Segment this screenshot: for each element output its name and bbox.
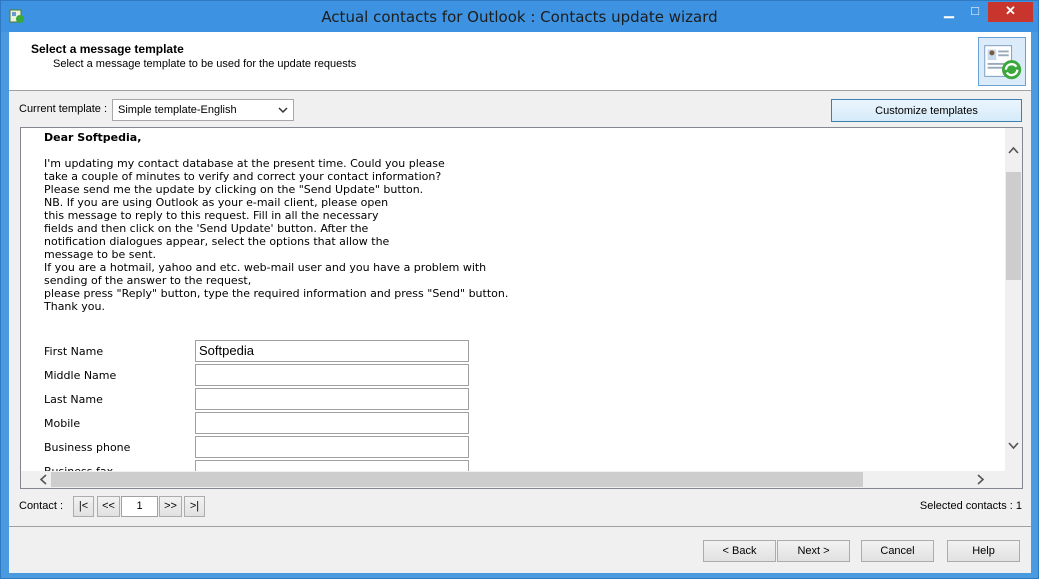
field-label: Business phone xyxy=(44,441,131,454)
template-label: Current template : xyxy=(19,103,108,115)
contact-update-icon xyxy=(978,37,1026,86)
field-label: Mobile xyxy=(44,417,81,430)
letter-text: Dear Softpedia, I'm updating my contact d… xyxy=(44,131,508,313)
letter-body: I'm updating my contact database at the … xyxy=(44,157,509,313)
first-contact-button[interactable]: |< xyxy=(73,496,94,517)
last-name-field[interactable] xyxy=(195,388,469,410)
form-row: Mobile xyxy=(44,412,504,434)
title-bar[interactable]: Actual contacts for Outlook : Contacts u… xyxy=(1,1,1038,32)
template-select[interactable]: Simple template-English xyxy=(112,99,294,121)
contact-index-input[interactable]: 1 xyxy=(121,496,158,517)
footer-divider xyxy=(9,526,1031,527)
contact-nav-label: Contact : xyxy=(19,500,64,512)
window-title: Actual contacts for Outlook : Contacts u… xyxy=(321,8,718,26)
form-row: Business phone xyxy=(44,436,504,458)
chevron-down-icon xyxy=(278,107,288,114)
vertical-scrollbar[interactable] xyxy=(1005,128,1022,471)
field-label: First Name xyxy=(44,345,104,358)
selected-contacts-count: Selected contacts : 1 xyxy=(919,500,1022,512)
message-preview[interactable]: Dear Softpedia, I'm updating my contact d… xyxy=(20,127,1023,489)
field-label: Middle Name xyxy=(44,369,117,382)
wizard-header: Select a message template Select a messa… xyxy=(9,32,1031,91)
scroll-down-icon[interactable] xyxy=(1008,442,1019,450)
cancel-button[interactable]: Cancel xyxy=(861,540,934,562)
field-label: Last Name xyxy=(44,393,103,406)
scroll-right-icon[interactable] xyxy=(977,474,985,485)
last-contact-button[interactable]: >| xyxy=(184,496,205,517)
back-button[interactable]: < Back xyxy=(703,540,776,562)
wizard-client-area: Select a message template Select a messa… xyxy=(9,32,1031,573)
close-button[interactable]: ✕ xyxy=(988,2,1033,22)
first-name-field[interactable]: Softpedia xyxy=(195,340,469,362)
mobile-field[interactable] xyxy=(195,412,469,434)
minimize-button[interactable]: ▁ xyxy=(936,2,962,22)
form-row: Last Name xyxy=(44,388,504,410)
letter-greeting: Dear Softpedia, xyxy=(44,131,142,144)
next-button[interactable]: Next > xyxy=(777,540,850,562)
maximize-button[interactable]: □ xyxy=(962,2,988,22)
prev-contact-button[interactable]: << xyxy=(97,496,120,517)
horizontal-scroll-thumb[interactable] xyxy=(51,472,863,487)
template-selected-value: Simple template-English xyxy=(118,104,237,116)
scroll-up-icon[interactable] xyxy=(1008,146,1019,154)
step-subtitle: Select a message template to be used for… xyxy=(53,58,357,70)
scroll-left-icon[interactable] xyxy=(39,474,47,485)
form-row: Middle Name xyxy=(44,364,504,386)
wizard-window: Actual contacts for Outlook : Contacts u… xyxy=(0,0,1039,579)
vertical-scroll-thumb[interactable] xyxy=(1006,172,1021,280)
business-phone-field[interactable] xyxy=(195,436,469,458)
middle-name-field[interactable] xyxy=(195,364,469,386)
next-contact-button[interactable]: >> xyxy=(159,496,182,517)
step-title: Select a message template xyxy=(31,42,184,56)
horizontal-scrollbar[interactable] xyxy=(21,471,1022,488)
customize-templates-button[interactable]: Customize templates xyxy=(831,99,1022,122)
help-button[interactable]: Help xyxy=(947,540,1020,562)
form-row: First Name Softpedia xyxy=(44,340,504,362)
